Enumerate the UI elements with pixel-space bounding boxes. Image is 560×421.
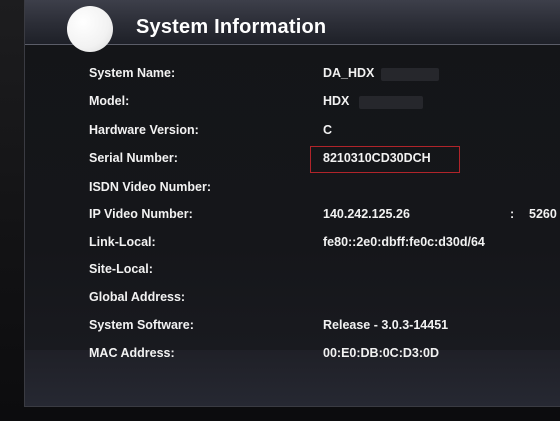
- system-name-value: DA_HDX: [323, 66, 375, 80]
- redaction-mark: [381, 68, 439, 81]
- serial-number-label: Serial Number:: [89, 151, 178, 165]
- global-address-label: Global Address:: [89, 290, 186, 304]
- link-local-label: Link-Local:: [89, 235, 156, 249]
- ip-port-value: 5260: [529, 207, 557, 221]
- isdn-video-number-label: ISDN Video Number:: [89, 180, 212, 194]
- ip-video-number-value: 140.242.125.26: [323, 207, 410, 221]
- hardware-version-value: C: [323, 123, 333, 137]
- page-title: System Information: [136, 16, 327, 38]
- mac-address-value: 00:E0:DB:0C:D3:0D: [323, 346, 439, 360]
- system-information-screen: System Information System Name: DA_HDX M…: [24, 0, 560, 407]
- serial-number-value: 8210310CD30DCH: [323, 151, 431, 165]
- system-software-value: Release - 3.0.3-14451: [323, 318, 449, 332]
- system-name-label: System Name:: [89, 66, 176, 80]
- system-software-label: System Software:: [89, 318, 194, 332]
- title-circle-icon: [67, 6, 113, 52]
- redaction-mark: [359, 96, 423, 109]
- ip-port-separator: :: [510, 207, 515, 221]
- ip-video-number-label: IP Video Number:: [89, 207, 193, 221]
- model-value: HDX: [323, 94, 350, 108]
- title-bar: System Information: [25, 0, 560, 52]
- mac-address-label: MAC Address:: [89, 346, 175, 360]
- hardware-version-label: Hardware Version:: [89, 123, 199, 137]
- link-local-value: fe80::2e0:dbff:fe0c:d30d/64: [323, 235, 485, 249]
- model-label: Model:: [89, 94, 130, 108]
- site-local-label: Site-Local:: [89, 262, 153, 276]
